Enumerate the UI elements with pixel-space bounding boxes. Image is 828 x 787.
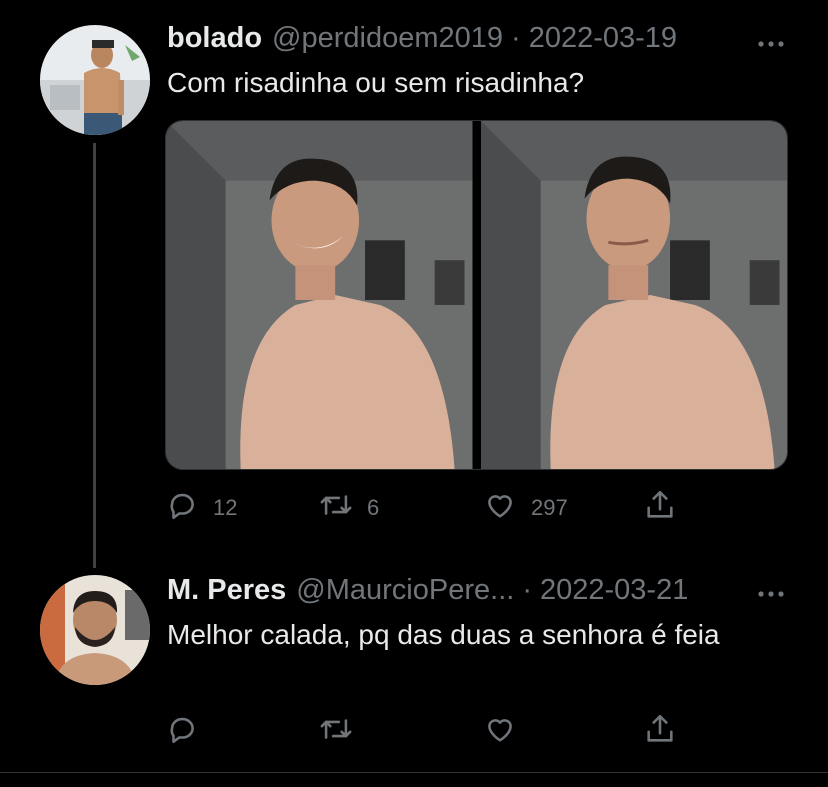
separator: · [511,22,521,54]
tweet-text: Melhor calada, pq das duas a senhora é f… [167,619,720,650]
divider [0,772,828,773]
tweet-actions: 12 6 297 [165,488,685,528]
like-button[interactable]: 297 [483,488,568,528]
tweet-header: bolado @perdidoem2019 · 2022-03-19 [167,22,677,55]
reply-count: 12 [213,495,238,520]
display-name[interactable]: bolado [167,22,262,55]
display-name[interactable]: M. Peres [167,574,286,607]
retweet-button[interactable] [319,712,367,752]
tweet[interactable]: bolado @perdidoem2019 · 2022-03-19 Com r… [0,0,828,568]
tweet-date[interactable]: 2022-03-21 [540,574,688,607]
tweet-date[interactable]: 2022-03-19 [529,22,677,55]
share-button[interactable] [643,712,677,752]
retweet-button[interactable]: 6 [319,488,379,528]
retweet-icon [319,488,353,528]
like-button[interactable] [483,712,531,752]
retweet-count: 6 [367,495,380,520]
reply-icon [165,488,199,528]
like-icon [483,488,517,528]
more-icon[interactable] [754,32,788,56]
share-button[interactable] [643,488,677,528]
media-grid [165,120,788,470]
tweet-header: M. Peres @MaurcioPere... · 2022-03-21 [167,574,688,607]
share-icon [643,488,677,528]
tweet[interactable]: M. Peres @MaurcioPere... · 2022-03-21 Me… [0,560,828,772]
tweet-actions [165,712,685,752]
like-count: 297 [531,495,568,520]
share-icon [643,712,677,752]
media-photo[interactable] [166,121,473,469]
separator: · [522,574,532,606]
reply-icon [165,712,199,752]
handle[interactable]: @perdidoem2019 [272,22,503,55]
like-icon [483,712,517,752]
avatar[interactable] [40,575,150,685]
retweet-icon [319,712,353,752]
tweet-text: Com risadinha ou sem risadinha? [167,67,585,98]
reply-button[interactable]: 12 [165,488,237,528]
avatar[interactable] [40,25,150,135]
thread-line [93,143,96,568]
more-icon[interactable] [754,582,788,606]
media-photo[interactable] [480,121,787,469]
handle[interactable]: @MaurcioPere... [296,574,514,607]
reply-button[interactable] [165,712,213,752]
